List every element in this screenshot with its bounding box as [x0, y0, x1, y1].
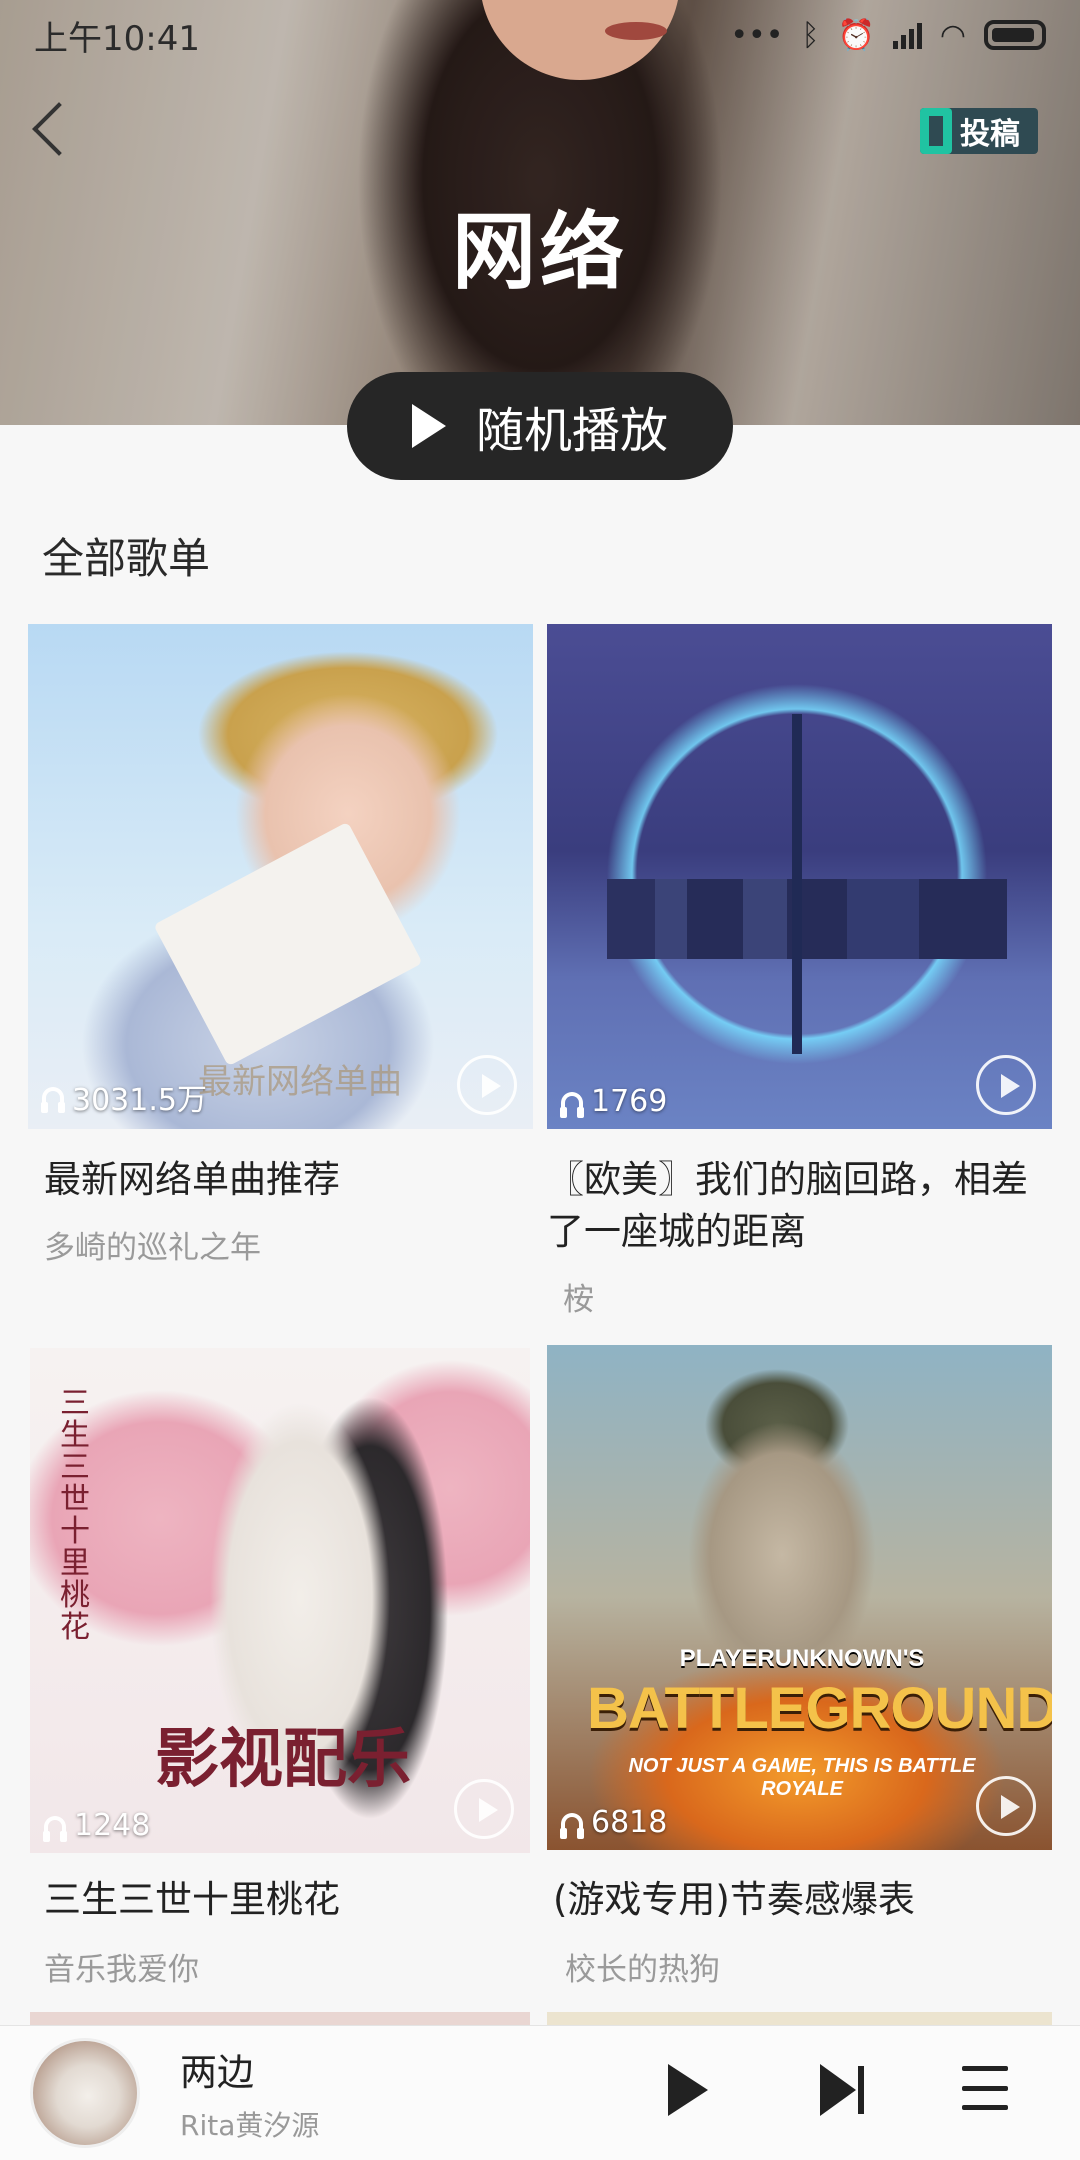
cover-city	[607, 879, 1007, 959]
playlist-title: 最新网络单曲推荐	[44, 1158, 340, 1201]
wifi-icon: ◠	[939, 17, 966, 53]
playlist-cover[interactable]: 1769	[547, 624, 1052, 1129]
signal-icon	[892, 21, 922, 49]
shuffle-play-label: 随机播放	[475, 403, 668, 459]
cover-book	[153, 821, 423, 1067]
play-count: 1769	[560, 1084, 668, 1119]
play-count: 6818	[560, 1805, 668, 1840]
alarm-icon: ⏰	[837, 17, 875, 53]
battery-icon	[984, 20, 1046, 50]
now-playing-meta[interactable]: 两边 Rita黄汐源	[180, 2042, 630, 2144]
back-chevron-icon[interactable]	[22, 95, 82, 165]
cover-tower	[792, 714, 802, 1054]
play-count-value: 3031.5万	[72, 1083, 207, 1118]
status-bar: 上午10:41 ••• ᛒ ⏰ ◠	[0, 0, 1080, 70]
play-count-value: 1769	[591, 1084, 668, 1119]
play-count: 3031.5万	[41, 1075, 207, 1119]
page-title: 网络	[451, 203, 628, 301]
next-icon[interactable]	[820, 2064, 864, 2116]
cover-text-main: BATTLEGROUNDS	[587, 1676, 1052, 1741]
playlist-creator: 校长的热狗	[565, 1952, 720, 1988]
playlist-title: 三生三世十里桃花	[44, 1878, 340, 1921]
next-playlist-cover-partial	[30, 2012, 530, 2025]
headphone-icon	[560, 1091, 584, 1118]
play-count-value: 6818	[591, 1805, 668, 1840]
now-playing-song: 两边	[180, 2051, 254, 2094]
more-dots-icon: •••	[730, 17, 784, 53]
submit-label: 投稿	[960, 117, 1020, 152]
play-count: 1248	[43, 1808, 151, 1843]
headphone-icon	[43, 1815, 67, 1842]
cover-text-sub: NOT JUST A GAME, THIS IS BATTLE ROYALE	[628, 1755, 976, 1800]
cover-text-top: PLAYERUNKNOWN'S	[679, 1645, 925, 1672]
playlist-creator: 音乐我爱你	[44, 1952, 199, 1988]
next-playlist-cover-partial	[547, 2012, 1052, 2025]
cover-play-icon[interactable]	[976, 1776, 1036, 1836]
submit-icon	[920, 108, 952, 154]
headphone-icon	[560, 1812, 584, 1839]
submit-button[interactable]: 投稿	[920, 108, 1038, 154]
playlist-title: (游戏专用)节奏感爆表	[553, 1878, 915, 1921]
bluetooth-icon: ᛒ	[801, 17, 820, 53]
play-icon	[411, 404, 446, 448]
cover-play-icon[interactable]	[454, 1779, 514, 1839]
playlist-creator: 多崎的巡礼之年	[44, 1230, 261, 1266]
shuffle-play-button[interactable]: 随机播放	[347, 372, 733, 480]
play-icon[interactable]	[668, 2064, 708, 2116]
cover-side-title: 三生三世十里桃花	[60, 1386, 90, 1645]
playlist-creator: 桉	[563, 1282, 594, 1318]
headphone-icon	[41, 1087, 65, 1113]
status-time: 上午10:41	[34, 18, 200, 59]
status-icons: ••• ᛒ ⏰ ◠	[730, 18, 1046, 53]
cover-play-icon[interactable]	[457, 1055, 517, 1115]
section-title: 全部歌单	[42, 534, 211, 583]
mini-player[interactable]: 两边 Rita黄汐源	[0, 2025, 1080, 2160]
cover-calligraphy: 影视配乐	[155, 1722, 411, 1797]
playlist-title: 〖欧美〗我们的脑回路，相差了一座城的距离	[547, 1158, 1028, 1253]
playlist-cover[interactable]: 三生三世十里桃花 影视配乐 1248	[30, 1348, 530, 1853]
now-playing-artist: Rita黄汐源	[180, 2109, 320, 2142]
playlist-menu-icon[interactable]	[962, 2066, 1008, 2110]
cover-play-icon[interactable]	[976, 1055, 1036, 1115]
play-count-value: 1248	[74, 1808, 151, 1843]
cover-watermark: 最新网络单曲	[198, 1062, 402, 1102]
playlist-cover[interactable]: PLAYERUNKNOWN'S BATTLEGROUNDS NOT JUST A…	[547, 1345, 1052, 1850]
playlist-cover[interactable]: 最新网络单曲 3031.5万	[28, 624, 533, 1129]
now-playing-thumb[interactable]	[30, 2038, 140, 2148]
